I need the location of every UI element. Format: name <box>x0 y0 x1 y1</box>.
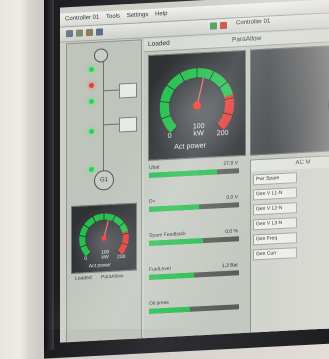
gauge-hub <box>101 235 107 241</box>
breaker-icon[interactable] <box>119 82 137 99</box>
measurement-bar-fill <box>149 272 194 280</box>
measurement-label: D+ <box>149 198 156 205</box>
measurement-bar <box>149 202 239 212</box>
menu-item[interactable]: Help <box>155 8 167 22</box>
busbar-line <box>103 56 104 177</box>
status-icon <box>210 22 217 30</box>
generator-symbol: G1 <box>94 169 114 191</box>
breaker-icon[interactable] <box>119 116 137 133</box>
measurement-value: 27,8 V <box>223 160 238 168</box>
gauge-label: 0 <box>168 132 172 140</box>
measurement-row: FuelLevel 1,3 Bar <box>146 261 244 290</box>
status-led <box>89 66 94 73</box>
single-line-diagram: G1 0 100 200 kW Act power Loaded ParaAllow <box>66 39 142 343</box>
measurement-row: Ubat 27,8 V <box>146 159 244 188</box>
gauge-label: Act power <box>89 262 112 269</box>
measurement-label: Oil press <box>149 299 169 307</box>
status-led <box>89 166 94 173</box>
settings-icon[interactable] <box>86 28 93 37</box>
gauge-graphic: 0100200kWAct power <box>79 213 129 269</box>
gauge-red-arc <box>117 230 129 255</box>
breaker-label: Loaded <box>75 274 92 282</box>
menu-item[interactable]: Settings <box>127 9 149 23</box>
gauge-label: 200 <box>217 129 229 138</box>
measurement-label: FuelLevel <box>149 265 171 273</box>
gauge-label: kW <box>102 254 109 260</box>
alarm-icon[interactable] <box>220 21 227 30</box>
save-icon[interactable] <box>76 29 83 37</box>
connect-icon[interactable] <box>96 28 103 36</box>
menu-item[interactable]: Controller 01 <box>65 12 99 27</box>
open-icon[interactable] <box>66 29 73 38</box>
header-right: ParaAllow <box>232 35 262 44</box>
measurement-bar-fill <box>149 169 217 178</box>
measurement-value: 0,0 % <box>225 228 238 235</box>
header-left: Loaded <box>148 39 170 48</box>
gauge-label: Act power <box>174 141 206 151</box>
measurement-bar <box>149 168 239 178</box>
measurement-row: Oil press <box>146 295 244 324</box>
measurement-bar-fill <box>149 204 199 212</box>
grid-symbol <box>94 48 108 63</box>
status-led <box>89 128 94 135</box>
power-gauge: 0 100 200 kW Act power <box>71 202 137 275</box>
branch-line <box>103 123 119 126</box>
branch-line <box>103 89 119 92</box>
gauge-needle <box>196 77 205 106</box>
measurement-bar-fill <box>149 306 190 314</box>
monitor-bezel-edge <box>44 0 54 351</box>
measurement-value: 0,0 V <box>226 194 238 201</box>
background-blur <box>269 0 329 329</box>
measurement-row: D+ 0,0 V <box>146 193 244 222</box>
gauge-graphic: 0100200kWAct power <box>159 67 235 151</box>
gauge-hub <box>193 101 201 110</box>
status-led <box>89 82 94 89</box>
toolbar-status-label: Controller 01 <box>236 18 271 27</box>
measurement-label: Ubat <box>149 164 160 171</box>
gauge-needle <box>103 219 109 239</box>
measurement-list: Ubat 27,8 V D+ 0,0 V Spare Feedback 0,0 % Fuel… <box>144 159 246 343</box>
measurement-bar-fill <box>149 238 203 246</box>
gauge-label: 200 <box>117 254 126 260</box>
menu-item[interactable]: Tools <box>106 10 120 24</box>
status-led <box>89 98 94 105</box>
main-power-gauge: 0 100 200 kW Act power <box>148 49 246 161</box>
measurement-row: Spare Feedback 0,0 % <box>146 227 244 256</box>
photo-scene: Controller 01 Tools Settings Help Contro… <box>0 0 329 359</box>
gauge-red-arc <box>216 94 235 131</box>
breaker-label: ParaAllow <box>101 273 124 281</box>
measurement-value: 1,3 Bar <box>221 262 238 270</box>
gauge-label: kW <box>193 129 204 138</box>
measurement-label: Spare Feedback <box>149 231 186 239</box>
gauge-label: 0 <box>84 256 87 262</box>
